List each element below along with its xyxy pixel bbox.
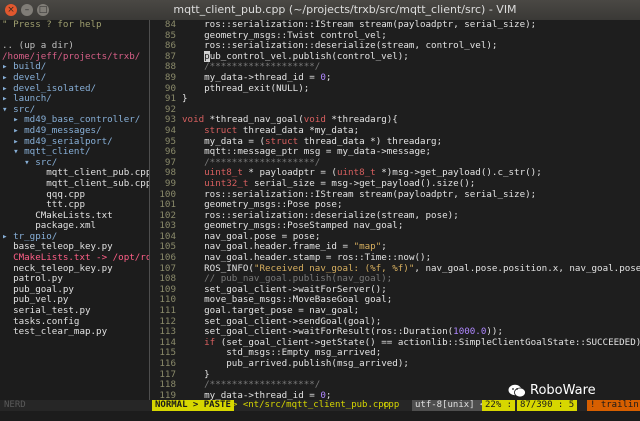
line-number: 116: [159, 358, 176, 369]
code-text[interactable]: move_base_msgs::MoveBaseGoal goal;: [182, 294, 392, 306]
code-text[interactable]: pthread_exit(NULL);: [182, 83, 309, 94]
trailing-whitespace-warning: ! trailin: [587, 400, 640, 411]
code-text[interactable]: geometry_msgs::PoseStamped nav_goal;: [182, 220, 403, 231]
code-text[interactable]: set_goal_client->sendGoal(goal);: [182, 316, 381, 327]
window-title: mqtt_client_pub.cpp (~/projects/trxb/src…: [173, 3, 517, 16]
line-number: 84: [164, 20, 176, 30]
code-text[interactable]: uint32_t serial_size = msg->get_payload(…: [182, 178, 475, 189]
code-text[interactable]: set_goal_client->waitForServer();: [182, 284, 387, 295]
nerdtree-panel: " Press ? for help.. (up a dir)/home/jef…: [0, 20, 149, 410]
scroll-percent-status: 22% :: [482, 400, 516, 411]
close-window-button[interactable]: ×: [5, 4, 17, 16]
code-text[interactable]: nav_goal.header.frame_id = "map";: [182, 241, 387, 253]
encoding-status: utf-8[unix] <: [412, 400, 489, 411]
text-cursor: p: [204, 50, 210, 62]
code-text[interactable]: set_goal_client->waitForResult(ros::Dura…: [182, 326, 503, 337]
code-text[interactable]: uint8_t * payloadptr = (uint8_t *)msg->g…: [182, 167, 542, 179]
code-text[interactable]: ros::serialization::IStream stream(paylo…: [182, 189, 536, 200]
code-text[interactable]: ros::serialization::deserialize(stream, …: [182, 40, 497, 51]
code-text[interactable]: }: [182, 93, 188, 104]
title-bar: × – □ mqtt_client_pub.cpp (~/projects/tr…: [0, 0, 640, 21]
code-text[interactable]: }: [182, 369, 210, 380]
code-text[interactable]: pub_arrived.publish(msg_arrived);: [182, 358, 409, 369]
tree-item[interactable]: " Press ? for help: [0, 20, 149, 31]
tree-item[interactable]: test_clear_map.py: [0, 327, 149, 338]
code-text[interactable]: my_data = (struct thread_data *) threada…: [182, 136, 442, 147]
tree-item[interactable]: mqtt_client_sub.cpp: [0, 178, 149, 190]
code-text[interactable]: std_msgs::Empty msg_arrived;: [182, 347, 381, 359]
nerdtree-status: NERD: [4, 400, 26, 410]
vim-window: × – □ mqtt_client_pub.cpp (~/projects/tr…: [0, 0, 640, 421]
code-text[interactable]: geometry_msgs::Pose pose;: [182, 199, 342, 210]
file-path-status: > <nt/src/mqtt_client_pub.cpp: [232, 400, 390, 410]
code-text[interactable]: // pub_nav_goal.publish(nav_goal);: [182, 273, 392, 284]
cursor-position-status: 87/390 : 5: [517, 400, 578, 411]
code-text[interactable]: void *thread_nav_goal(void *threadarg){: [182, 114, 398, 126]
status-line: NERD NORMAL > PASTE > <nt/src/mqtt_clien…: [0, 400, 640, 411]
code-text[interactable]: struct thread_data *my_data;: [182, 125, 359, 136]
code-text[interactable]: goal.target_pose = nav_goal;: [182, 305, 359, 316]
maximize-window-button[interactable]: □: [37, 4, 49, 16]
watermark-text: RoboWare: [530, 383, 596, 398]
code-text[interactable]: nav_goal.header.stamp = ros::Time::now()…: [182, 252, 431, 263]
code-text[interactable]: mqtt::message_ptr msg = my_data->message…: [182, 146, 431, 157]
code-text[interactable]: if (set_goal_client->getState() == actio…: [182, 337, 640, 348]
mode-indicator: NORMAL > PASTE: [152, 400, 234, 411]
code-text[interactable]: nav_goal.pose = pose;: [182, 231, 320, 242]
code-text[interactable]: ROS_INFO("Received nav_goal: (%f, %f)", …: [182, 263, 640, 274]
code-text[interactable]: /*******************/: [182, 379, 320, 390]
filetype-status: cpp: [383, 400, 400, 410]
command-line[interactable]: [0, 411, 640, 421]
wechat-icon: [508, 384, 526, 397]
code-line[interactable]: 116 pub_arrived.publish(msg_arrived);: [150, 358, 640, 370]
tree-item[interactable]: ▸ md49_messages/: [0, 125, 149, 137]
editor-pane[interactable]: 84 ros::serialization::IStream stream(pa…: [150, 20, 640, 410]
code-text[interactable]: ros::serialization::deserialize(stream, …: [182, 210, 459, 221]
code-text[interactable]: /*******************/: [182, 157, 320, 168]
watermark: RoboWare: [508, 383, 596, 398]
line-number: 89: [164, 71, 176, 83]
code-text[interactable]: geometry_msgs::Twist control_vel;: [182, 30, 387, 41]
code-line[interactable]: 90 pthread_exit(NULL);: [150, 83, 640, 95]
minimize-window-button[interactable]: –: [21, 4, 33, 16]
line-number: 94: [164, 124, 176, 136]
code-text[interactable]: my_data->thread_id = 0;: [182, 72, 331, 83]
tree-item[interactable]: ▸ devel/: [0, 72, 149, 84]
line-number: 99: [164, 177, 176, 189]
code-text[interactable]: /*******************/: [182, 61, 320, 73]
code-text[interactable]: ros::serialization::IStream stream(paylo…: [182, 20, 536, 30]
code-line[interactable]: 91}: [150, 93, 640, 105]
window-controls: × – □: [5, 4, 49, 16]
code-text[interactable]: pub_control_vel.publish(control_vel);: [182, 50, 409, 62]
